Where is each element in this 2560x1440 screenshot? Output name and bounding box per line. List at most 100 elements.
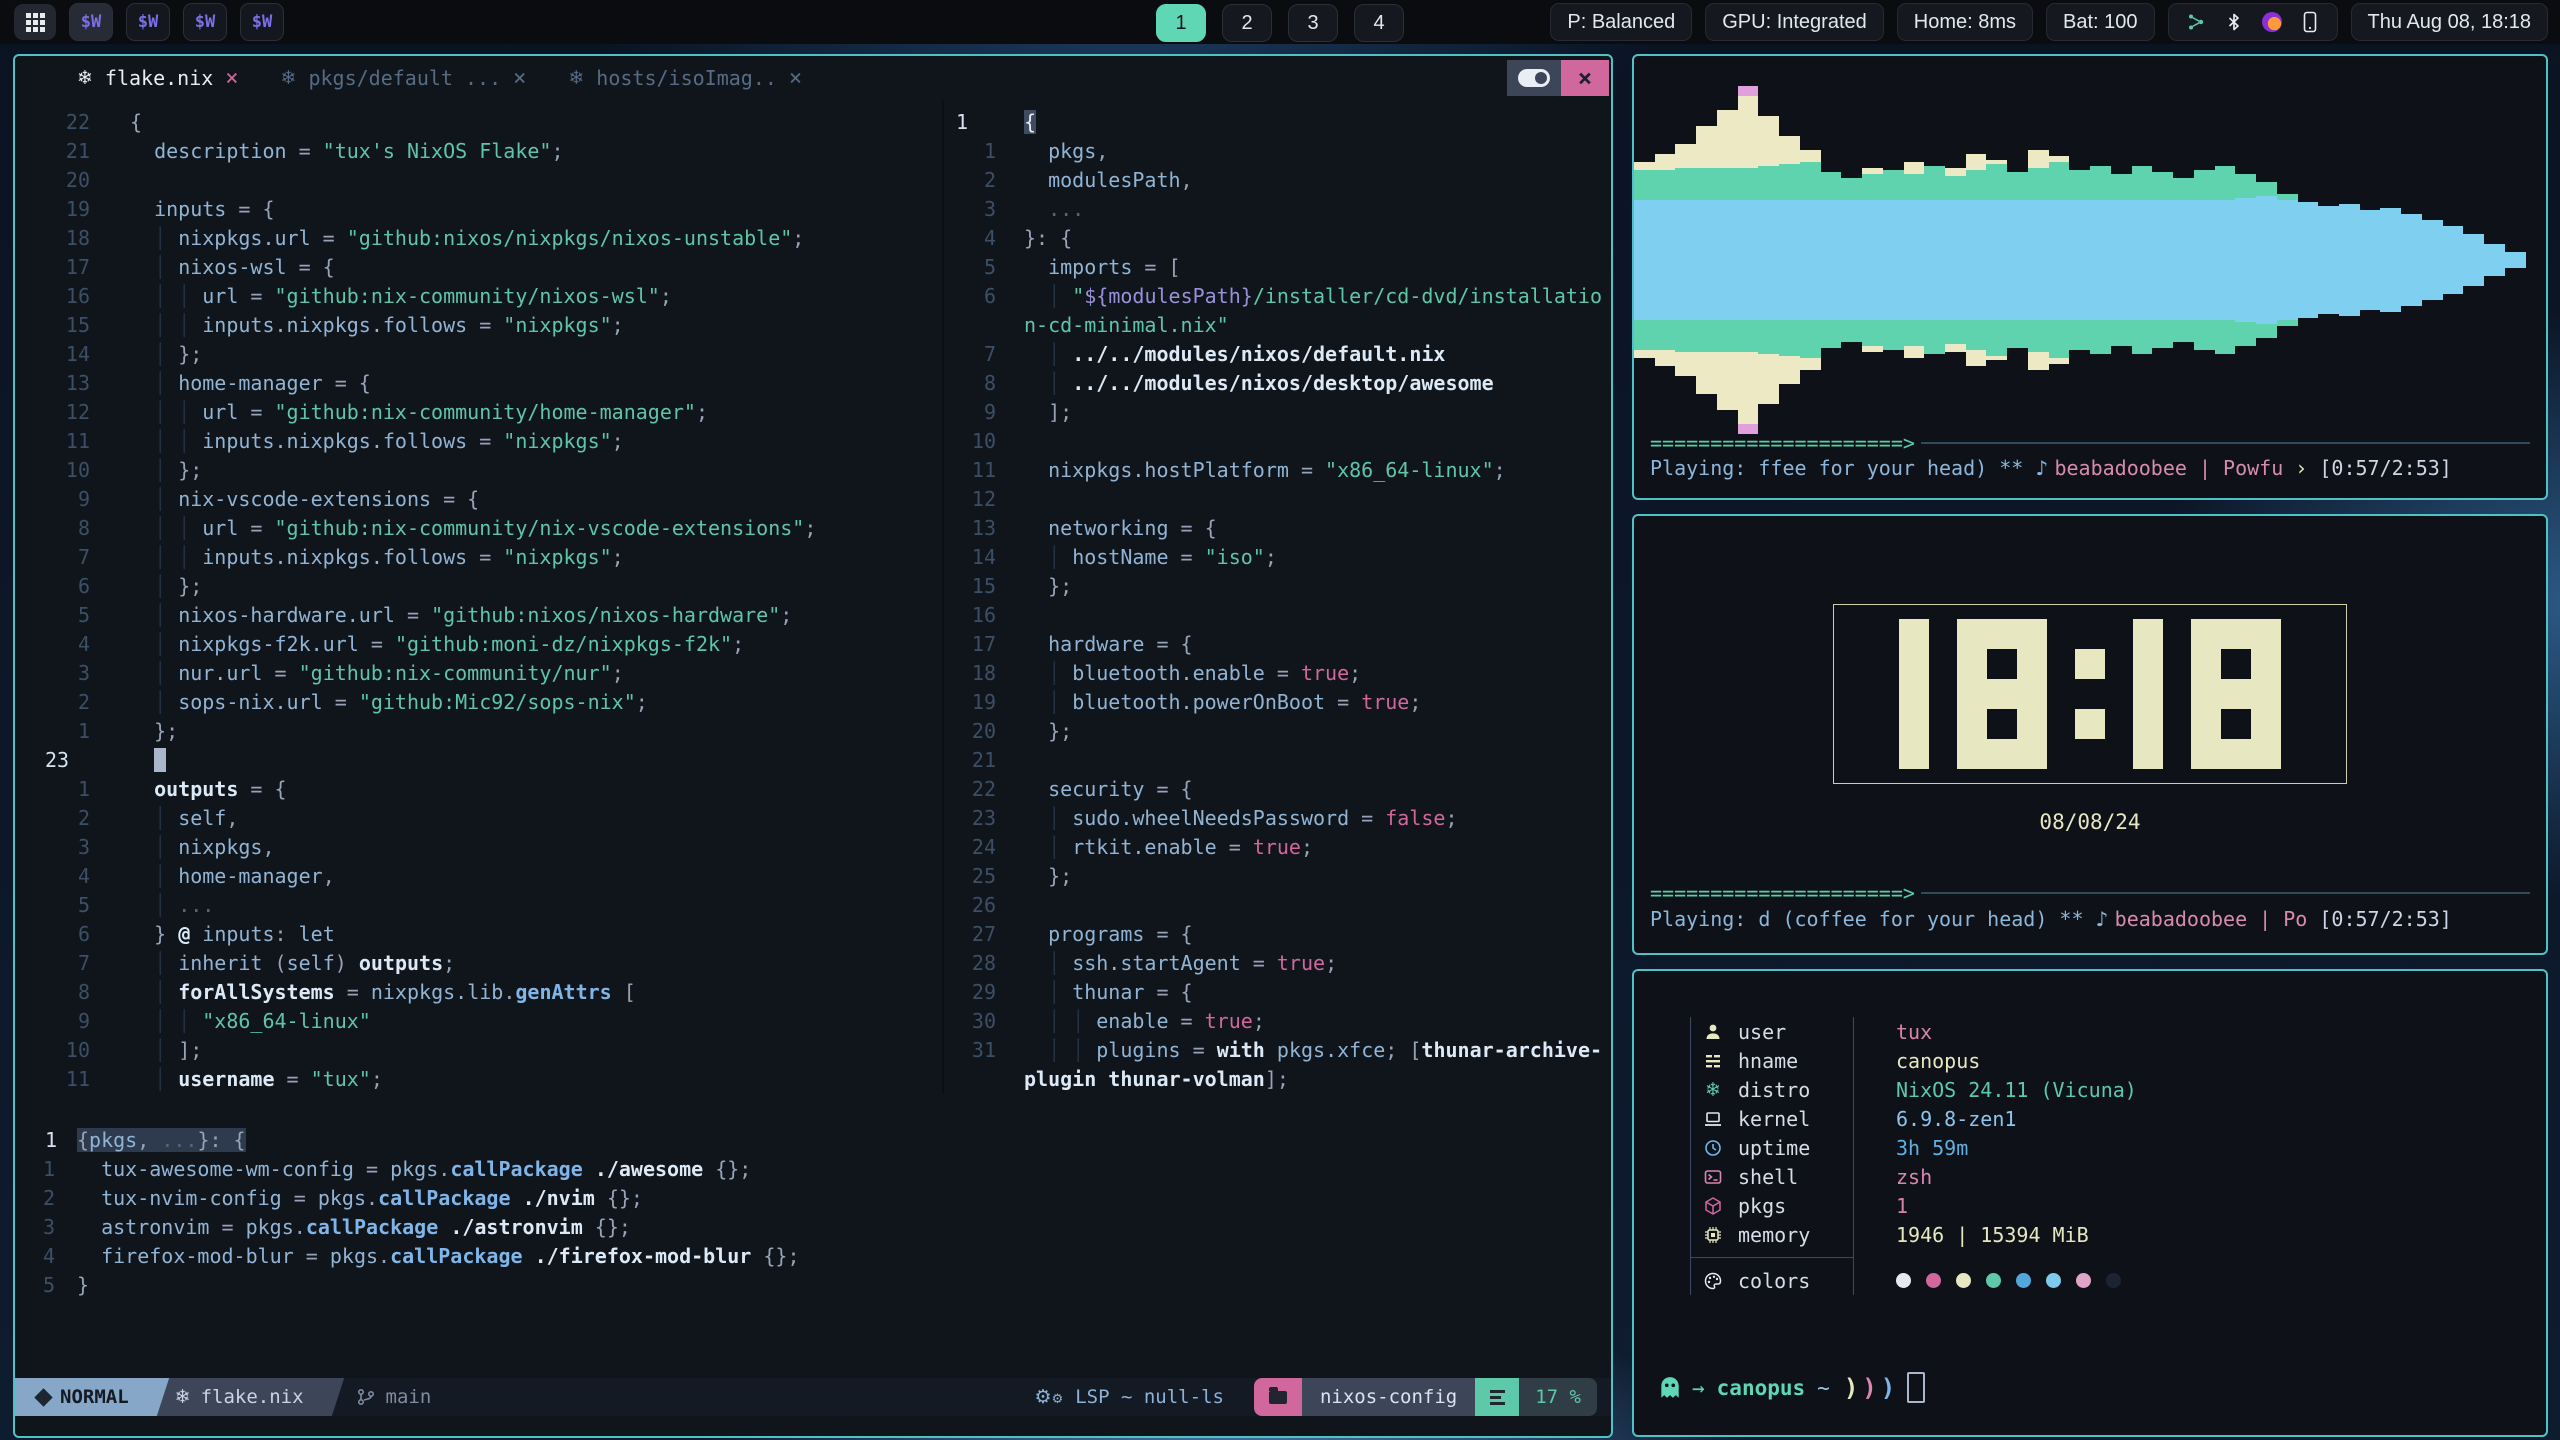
fetch-value: canopus bbox=[1866, 1049, 1980, 1073]
clock-digit bbox=[1899, 619, 1929, 769]
fetch-value: tux bbox=[1866, 1020, 1932, 1044]
code-line: 5} bbox=[15, 1271, 1611, 1300]
visualizer-terminal[interactable]: =====================> Playing: ffee for… bbox=[1632, 54, 2548, 500]
system-tray bbox=[2168, 3, 2338, 41]
fetch-terminal[interactable]: usertuxhnamecanopus❄distroNixOS 24.11 (V… bbox=[1632, 969, 2548, 1437]
code-line: 9 │ │ "x86_64-linux" bbox=[15, 1007, 942, 1036]
tray-phone-icon[interactable] bbox=[2299, 11, 2321, 33]
code-line: 4 firefox-mod-blur = pkgs.callPackage ./… bbox=[15, 1242, 1611, 1271]
project-group: nixos-config 17 % bbox=[1254, 1378, 1597, 1416]
terminal-cursor bbox=[1907, 1372, 1925, 1403]
playing-segment: ffee for your head) ** bbox=[1758, 456, 2035, 480]
editor-pane-flake[interactable]: 22{21 description = "tux's NixOS Flake";… bbox=[15, 100, 942, 1094]
tab-close-icon[interactable]: × bbox=[513, 66, 526, 91]
code-line: 27 programs = { bbox=[944, 920, 1611, 949]
tag-4[interactable]: 4 bbox=[1354, 4, 1404, 42]
fetch-row-uptime: uptime3h 59m bbox=[1690, 1133, 2390, 1162]
workspace-button-2[interactable]: $W bbox=[126, 3, 170, 41]
toggle-icon bbox=[1518, 69, 1550, 87]
code-line: 22 security = { bbox=[944, 775, 1611, 804]
code-line: 15 │ │ inputs.nixpkgs.follows = "nixpkgs… bbox=[15, 311, 942, 340]
scroll-percent: 17 % bbox=[1519, 1378, 1597, 1416]
code-line: 3 ... bbox=[944, 195, 1611, 224]
tab-label: hosts/isoImag.. bbox=[596, 66, 777, 90]
editor-pane-iso[interactable]: 1{1 pkgs,2 modulesPath,3 ...4}: {5 impor… bbox=[942, 100, 1611, 1094]
code-line: 1 tux-awesome-wm-config = pkgs.callPacka… bbox=[15, 1155, 1611, 1184]
visualizer-bar bbox=[2090, 166, 2111, 354]
tray-media-icon[interactable] bbox=[2261, 11, 2283, 33]
command-line[interactable] bbox=[15, 1416, 1611, 1436]
fetch-value: 1 bbox=[1866, 1194, 1908, 1218]
toggle-button[interactable] bbox=[1507, 60, 1561, 96]
tag-3[interactable]: 3 bbox=[1288, 4, 1338, 42]
project-label[interactable]: nixos-config bbox=[1302, 1378, 1475, 1416]
tag-1[interactable]: 1 bbox=[1156, 4, 1206, 42]
window-close-button[interactable]: × bbox=[1561, 60, 1609, 96]
laptop-icon bbox=[1702, 1109, 1724, 1129]
buffer-tab-1[interactable]: ❄flake.nix× bbox=[59, 56, 257, 100]
workspace-button-3[interactable]: $W bbox=[183, 3, 227, 41]
gear-icon: ⚙⚙ bbox=[1035, 1386, 1064, 1408]
shell-prompt[interactable]: → canopus ~ ))) bbox=[1634, 1372, 2546, 1435]
code-line: 7 │ ../../modules/nixos/default.nix bbox=[944, 340, 1611, 369]
buffer-tab-2[interactable]: ❄pkgs/default ...× bbox=[263, 56, 545, 100]
code-line: 6 } @ inputs: let bbox=[15, 920, 942, 949]
neovim-window[interactable]: ❄flake.nix×❄pkgs/default ...×❄hosts/isoI… bbox=[13, 54, 1613, 1438]
progress-rule bbox=[1921, 892, 2530, 894]
top-bar: $W $W $W $W 1234 P: BalancedGPU: Integrated… bbox=[0, 0, 2560, 44]
visualizer-bar bbox=[1779, 136, 1800, 384]
clock-digits bbox=[1899, 619, 2281, 769]
palette-dot bbox=[2106, 1273, 2121, 1288]
playing-segment: Playing: bbox=[1650, 907, 1758, 931]
code-line: 16 bbox=[944, 601, 1611, 630]
clock-digit bbox=[2075, 619, 2105, 769]
clock-pill[interactable]: Thu Aug 08, 18:18 bbox=[2351, 3, 2548, 41]
fetch-label: shell bbox=[1724, 1165, 1866, 1189]
branch-label[interactable]: main bbox=[386, 1386, 432, 1408]
tab-close-icon[interactable]: × bbox=[789, 66, 802, 91]
file-label: flake.nix bbox=[201, 1386, 304, 1408]
tag-2[interactable]: 2 bbox=[1222, 4, 1272, 42]
prompt-chevron-1: ) bbox=[1844, 1374, 1858, 1402]
tab-close-icon[interactable]: × bbox=[225, 66, 238, 91]
code-line: 28 │ ssh.startAgent = true; bbox=[944, 949, 1611, 978]
code-line: 2 │ sops-nix.url = "github:Mic92/sops-ni… bbox=[15, 688, 942, 717]
rows-icon bbox=[1702, 1051, 1724, 1071]
fetch-value: 6.9.8-zen1 bbox=[1866, 1107, 2016, 1131]
code-line: 3 astronvim = pkgs.callPackage ./astronv… bbox=[15, 1213, 1611, 1242]
visualizer-bar bbox=[2132, 166, 2153, 354]
nix-icon: ❄ bbox=[1702, 1079, 1724, 1101]
ghost-icon bbox=[1658, 1375, 1682, 1401]
code-line: 23 │ sudo.wheelNeedsPassword = false; bbox=[944, 804, 1611, 833]
code-line: 7 │ inherit (self) outputs; bbox=[15, 949, 942, 978]
editor-main[interactable]: 22{21 description = "tux's NixOS Flake";… bbox=[15, 100, 1611, 1378]
visualizer-bar bbox=[1634, 162, 1655, 358]
workspace-button-1[interactable]: $W bbox=[69, 3, 113, 41]
visualizer-bar bbox=[2360, 210, 2381, 310]
prompt-host: canopus bbox=[1717, 1376, 1806, 1400]
workspace-button-4[interactable]: $W bbox=[240, 3, 284, 41]
code-line: 12 │ │ url = "github:nix-community/home-… bbox=[15, 398, 942, 427]
launcher-button[interactable] bbox=[14, 4, 56, 40]
code-line: 10 bbox=[944, 427, 1611, 456]
palette-dot bbox=[2016, 1273, 2031, 1288]
editor-pane-pkgs[interactable]: 1{pkgs, ...}: {1 tux-awesome-wm-config =… bbox=[15, 1118, 1611, 1300]
palette-dot bbox=[1956, 1273, 1971, 1288]
status-pill-2: GPU: Integrated bbox=[1705, 3, 1884, 41]
topbar-right: P: BalancedGPU: IntegratedHome: 8msBat: … bbox=[1550, 3, 2548, 41]
tray-network-icon[interactable] bbox=[2185, 11, 2207, 33]
buffer-tab-3[interactable]: ❄hosts/isoImag..× bbox=[550, 56, 820, 100]
code-line: 18 │ nixpkgs.url = "github:nixos/nixpkgs… bbox=[15, 224, 942, 253]
code-line: 12 bbox=[944, 485, 1611, 514]
clock-icon bbox=[1702, 1138, 1724, 1158]
statusline-right: ⚙⚙ LSP ~ null-ls nixos-config 17 % bbox=[1035, 1378, 1611, 1416]
visualizer-bar bbox=[2298, 202, 2319, 318]
prompt-path: ~ bbox=[1817, 1376, 1830, 1400]
tray-bluetooth-icon[interactable] bbox=[2223, 11, 2245, 33]
fetch-row-distro: ❄distroNixOS 24.11 (Vicuna) bbox=[1690, 1075, 2390, 1104]
visualizer-bar bbox=[1924, 166, 1945, 354]
fetch-row-user: usertux bbox=[1690, 1017, 2390, 1046]
code-line: 20 }; bbox=[944, 717, 1611, 746]
clock-terminal[interactable]: 08/08/24 =====================> Playing:… bbox=[1632, 514, 2548, 955]
visualizer-bar bbox=[1945, 168, 1966, 352]
